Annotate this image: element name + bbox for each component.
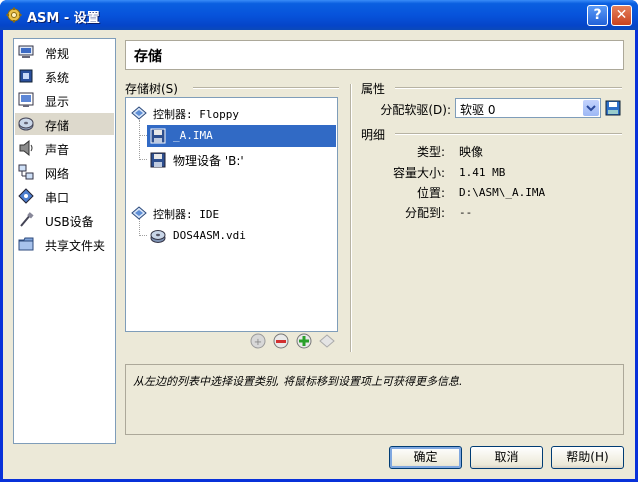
controller-icon — [131, 206, 147, 220]
tree-connector — [139, 235, 147, 237]
attached-label: 分配到: — [404, 206, 445, 220]
settings-category-list: 常规 系统 显示 存储 声音 网络 串口 USB设备 共享文件夹 — [13, 38, 116, 444]
tree-item-label: 控制器: IDE — [153, 208, 220, 221]
location-value: D:\ASM\_A.IMA — [459, 186, 546, 199]
page-title: 存储 — [134, 49, 162, 65]
add-controller-icon[interactable]: + — [250, 333, 266, 349]
controller-icon — [131, 106, 147, 120]
floppy-slot-value: 软驱 0 — [460, 103, 496, 117]
nav-item-storage[interactable]: 存储 — [15, 113, 114, 135]
tree-connector — [139, 159, 147, 161]
attributes-section-label: 属性 — [361, 82, 386, 96]
size-label: 容量大小: — [392, 166, 445, 180]
info-box: 从左边的列表中选择设置类别, 将鼠标移到设置项上可获得更多信息. — [125, 364, 624, 435]
tree-item-label: 控制器: Floppy — [153, 108, 239, 121]
type-value: 映像 — [459, 145, 484, 159]
nav-item-label: 系统 — [45, 71, 70, 85]
gear-icon — [6, 7, 22, 23]
disk-icon — [18, 117, 34, 131]
mount-label: 分配软驱(D): — [380, 103, 451, 117]
window-title: ASM - 设置 — [27, 11, 100, 26]
storage-tree[interactable]: 控制器: Floppy _A.IMA 物理设备 'B:' 控制器: IDE DO… — [125, 97, 338, 332]
attached-value: -- — [459, 206, 473, 219]
details-section-label: 明细 — [361, 128, 386, 142]
monitor-icon — [18, 45, 34, 58]
nav-item-system[interactable]: 系统 — [15, 65, 114, 87]
nav-item-label: 存储 — [45, 119, 70, 133]
divider — [395, 133, 622, 135]
type-label: 类型: — [416, 145, 445, 159]
nav-item-label: 声音 — [45, 143, 70, 157]
add-attachment-icon[interactable] — [296, 333, 312, 349]
chevron-down-icon[interactable] — [583, 100, 599, 116]
tree-item-floppy-controller[interactable]: 控制器: Floppy — [126, 102, 337, 124]
nav-item-audio[interactable]: 声音 — [15, 137, 114, 159]
floppy-icon — [150, 152, 166, 168]
settings-window: ASM - 设置 ? ✕ 常规 系统 显示 存储 声音 网络 串口 USB设备 … — [0, 0, 638, 482]
tree-item-label: DOS4ASM.vdi — [173, 229, 246, 242]
folder-icon — [18, 237, 34, 251]
serial-port-icon — [18, 188, 34, 204]
cancel-button[interactable]: 取消 — [470, 446, 543, 469]
nav-item-label: 网络 — [45, 167, 70, 181]
svg-text:+: + — [254, 337, 262, 348]
nav-item-shared-folders[interactable]: 共享文件夹 — [15, 233, 114, 255]
floppy-icon — [150, 128, 166, 144]
nav-item-label: 常规 — [45, 47, 70, 61]
info-text: 从左边的列表中选择设置类别, 将鼠标移到设置项上可获得更多信息. — [133, 375, 463, 388]
nav-item-label: 串口 — [45, 191, 70, 205]
location-label: 位置: — [416, 186, 445, 200]
storage-tree-label: 存储树(S) — [125, 82, 178, 96]
divider — [395, 87, 622, 89]
tree-item-floppy-host[interactable]: 物理设备 'B:' — [147, 149, 336, 171]
title-bar[interactable]: ASM - 设置 ? ✕ — [0, 0, 638, 30]
size-value: 1.41 MB — [459, 166, 506, 179]
tree-item-label: 物理设备 'B:' — [173, 154, 244, 168]
vertical-divider — [350, 84, 352, 352]
display-icon — [18, 92, 34, 107]
chip-icon — [19, 69, 33, 83]
help-title-button[interactable]: ? — [587, 5, 608, 26]
nav-item-usb[interactable]: USB设备 — [15, 209, 114, 231]
nav-item-label: 显示 — [45, 95, 70, 109]
nav-item-general[interactable]: 常规 — [15, 41, 114, 63]
tree-connector — [139, 135, 147, 137]
divider — [193, 87, 339, 89]
remove-controller-icon[interactable] — [273, 333, 289, 349]
help-button[interactable]: 帮助(H) — [551, 446, 624, 469]
nav-item-display[interactable]: 显示 — [15, 89, 114, 111]
floppy-slot-select[interactable]: 软驱 0 — [455, 98, 601, 118]
tree-item-ide-disk[interactable]: DOS4ASM.vdi — [147, 225, 336, 247]
tree-connector — [139, 120, 141, 160]
dialog-client: 常规 系统 显示 存储 声音 网络 串口 USB设备 共享文件夹 存储 存储树(… — [3, 30, 635, 479]
usb-icon — [20, 212, 34, 227]
nav-item-label: USB设备 — [45, 215, 94, 229]
page-title-box: 存储 — [125, 40, 624, 70]
choose-image-icon[interactable] — [605, 100, 621, 116]
close-window-button[interactable]: ✕ — [611, 5, 632, 26]
tree-item-ide-controller[interactable]: 控制器: IDE — [126, 202, 337, 224]
hard-disk-icon — [150, 230, 166, 243]
speaker-icon — [19, 140, 33, 156]
remove-attachment-icon[interactable] — [319, 333, 335, 349]
nav-item-serial[interactable]: 串口 — [15, 185, 114, 207]
network-icon — [18, 164, 34, 180]
nav-item-label: 共享文件夹 — [45, 239, 106, 253]
nav-item-network[interactable]: 网络 — [15, 161, 114, 183]
tree-item-floppy-image[interactable]: _A.IMA — [147, 125, 336, 147]
tree-item-label: _A.IMA — [173, 129, 213, 142]
ok-button[interactable]: 确定 — [389, 446, 462, 469]
